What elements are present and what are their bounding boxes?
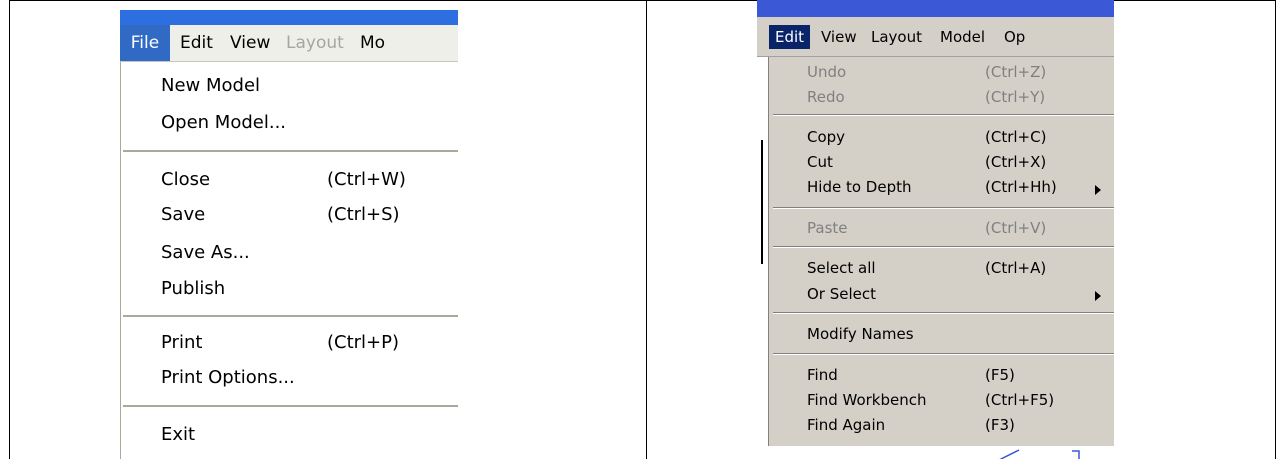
- menu-item-redo[interactable]: Redo: [807, 88, 845, 106]
- menu-item-save-as[interactable]: Save As...: [161, 242, 250, 263]
- menu-separator: [123, 150, 458, 152]
- menu-separator: [123, 315, 458, 317]
- menu-item-cut[interactable]: Cut: [807, 153, 833, 171]
- menu-item-modify-names[interactable]: Modify Names: [807, 325, 914, 343]
- menu-item-publish[interactable]: Publish: [161, 278, 225, 299]
- window-left-edge: [757, 57, 766, 459]
- window-title-bar: [757, 0, 1114, 17]
- menu-item-print[interactable]: Print: [161, 332, 202, 353]
- menu-file[interactable]: File: [120, 25, 170, 61]
- menu-edit[interactable]: Edit: [769, 25, 811, 49]
- shortcut-find-again: (F3): [985, 416, 1015, 434]
- shortcut-select-all: (Ctrl+A): [985, 259, 1047, 277]
- shortcut-copy: (Ctrl+C): [985, 128, 1047, 146]
- menu-view[interactable]: View: [230, 25, 270, 61]
- menu-item-close[interactable]: Close: [161, 169, 210, 190]
- table-divider: [646, 0, 647, 459]
- menu-separator: [773, 114, 1114, 116]
- menu-separator: [123, 405, 458, 407]
- shortcut-find: (F5): [985, 366, 1015, 384]
- shortcut-cut: (Ctrl+X): [985, 153, 1047, 171]
- menu-item-or-select[interactable]: Or Select: [807, 285, 876, 303]
- shortcut-undo: (Ctrl+Z): [985, 63, 1047, 81]
- shortcut-redo: (Ctrl+Y): [985, 88, 1046, 106]
- menu-item-exit[interactable]: Exit: [161, 424, 195, 445]
- edit-dropdown-menu: Undo (Ctrl+Z) Redo (Ctrl+Y) Copy (Ctrl+C…: [768, 57, 1114, 448]
- menu-options[interactable]: Op: [1004, 25, 1025, 49]
- menu-model[interactable]: Mo: [360, 25, 385, 61]
- submenu-arrow-icon: [1095, 185, 1101, 195]
- menu-item-find-workbench[interactable]: Find Workbench: [807, 391, 927, 409]
- menu-separator: [773, 246, 1114, 248]
- menu-model[interactable]: Model: [940, 25, 985, 49]
- shortcut-print: (Ctrl+P): [327, 332, 400, 353]
- menu-item-find-again[interactable]: Find Again: [807, 416, 885, 434]
- menu-separator: [773, 312, 1114, 314]
- shortcut-close: (Ctrl+W): [327, 169, 406, 190]
- menu-item-new-model[interactable]: New Model: [161, 75, 260, 96]
- shortcut-find-workbench: (Ctrl+F5): [985, 391, 1055, 409]
- menu-edit[interactable]: Edit: [180, 25, 213, 61]
- menu-bar: File Edit View Layout Mo: [120, 25, 458, 62]
- menu-layout[interactable]: Layout: [286, 25, 344, 61]
- menu-bar: Edit View Layout Model Op: [757, 17, 1114, 57]
- file-menu-screenshot: File Edit View Layout Mo New Model Open …: [120, 10, 458, 459]
- menu-item-paste[interactable]: Paste: [807, 219, 848, 237]
- submenu-arrow-icon: [1095, 291, 1101, 301]
- menu-layout[interactable]: Layout: [871, 25, 922, 49]
- canvas-fragment: [757, 446, 1114, 459]
- shortcut-save: (Ctrl+S): [327, 204, 400, 225]
- menu-item-select-all[interactable]: Select all: [807, 259, 876, 277]
- edit-menu-screenshot: Edit View Layout Model Op Undo (Ctrl+Z) …: [757, 0, 1114, 459]
- menu-item-open-model[interactable]: Open Model...: [161, 112, 286, 133]
- menu-item-find[interactable]: Find: [807, 366, 838, 384]
- menu-item-print-options[interactable]: Print Options...: [161, 367, 295, 388]
- menu-view[interactable]: View: [821, 25, 857, 49]
- menu-item-copy[interactable]: Copy: [807, 128, 845, 146]
- file-dropdown-menu: New Model Open Model... Close (Ctrl+W) S…: [120, 62, 458, 459]
- menu-item-hide-to-depth[interactable]: Hide to Depth: [807, 178, 911, 196]
- menu-item-undo[interactable]: Undo: [807, 63, 846, 81]
- menu-item-save[interactable]: Save: [161, 204, 205, 225]
- shortcut-hide-to-depth: (Ctrl+Hh): [985, 178, 1057, 196]
- shortcut-paste: (Ctrl+V): [985, 219, 1047, 237]
- window-title-bar: [120, 10, 458, 25]
- menu-separator: [773, 207, 1114, 209]
- menu-separator: [773, 353, 1114, 355]
